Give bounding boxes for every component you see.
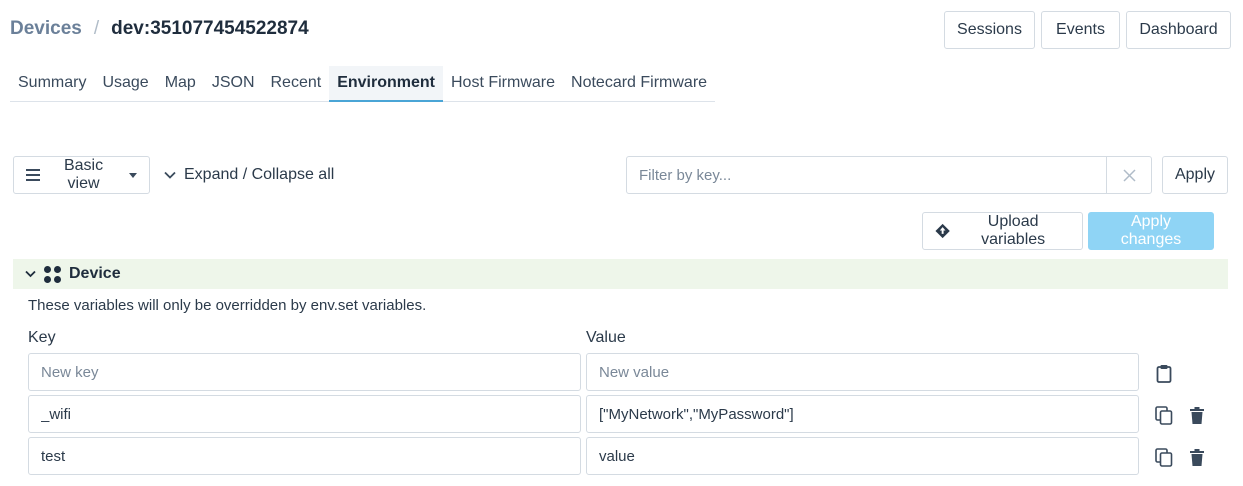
filter-by-key-input[interactable] — [627, 157, 1106, 193]
tab-host-firmware[interactable]: Host Firmware — [443, 66, 563, 101]
env-value-input[interactable] — [586, 437, 1139, 475]
tab-recent[interactable]: Recent — [263, 66, 330, 101]
tab-environment[interactable]: Environment — [329, 66, 443, 102]
device-section-header[interactable]: Device — [13, 259, 1228, 289]
env-value-input[interactable] — [586, 395, 1139, 433]
device-section-title: Device — [69, 265, 121, 282]
tab-notecard-firmware[interactable]: Notecard Firmware — [563, 66, 715, 101]
chevron-down-icon — [164, 171, 176, 179]
chevron-down-icon — [25, 270, 36, 278]
tab-map[interactable]: Map — [157, 66, 204, 101]
env-key-input[interactable] — [28, 437, 581, 475]
sessions-button[interactable]: Sessions — [944, 11, 1035, 49]
menu-icon — [26, 169, 41, 181]
caret-down-icon — [129, 172, 137, 178]
delete-button[interactable] — [1187, 447, 1207, 467]
tab-summary[interactable]: Summary — [10, 66, 94, 101]
upload-diamond-icon — [935, 223, 950, 239]
dashboard-button[interactable]: Dashboard — [1126, 11, 1231, 49]
device-icon — [44, 265, 61, 283]
copy-button[interactable] — [1154, 405, 1174, 425]
apply-filter-button[interactable]: Apply — [1162, 156, 1228, 194]
header-button-group: Sessions Events Dashboard — [944, 11, 1231, 49]
key-column-header: Key — [28, 329, 56, 346]
section-description: These variables will only be overridden … — [28, 297, 427, 314]
env-key-input[interactable] — [28, 395, 581, 433]
tab-bar: Summary Usage Map JSON Recent Environmen… — [10, 66, 716, 102]
upload-variables-button[interactable]: Upload variables — [922, 212, 1083, 250]
breadcrumb-separator: / — [93, 18, 100, 39]
tab-json[interactable]: JSON — [204, 66, 263, 101]
copy-button[interactable] — [1154, 447, 1174, 467]
events-button[interactable]: Events — [1041, 11, 1120, 49]
delete-button[interactable] — [1187, 405, 1207, 425]
breadcrumb-devices-link[interactable]: Devices — [10, 18, 82, 40]
clipboard-icon — [1156, 364, 1172, 383]
new-value-input[interactable] — [586, 353, 1139, 391]
value-column-header: Value — [586, 329, 626, 346]
expand-collapse-label: Expand / Collapse all — [184, 166, 335, 183]
breadcrumb-current-device: dev:351077454522874 — [111, 18, 309, 39]
trash-icon — [1190, 448, 1204, 466]
copy-icon — [1155, 447, 1173, 467]
breadcrumb: Devices / dev:351077454522874 — [10, 18, 309, 40]
paste-button[interactable] — [1154, 363, 1174, 383]
tab-usage[interactable]: Usage — [94, 66, 156, 101]
trash-icon — [1190, 406, 1204, 424]
basic-view-dropdown[interactable]: Basic view — [13, 156, 150, 194]
filter-group — [626, 156, 1152, 194]
expand-collapse-all-button[interactable]: Expand / Collapse all — [164, 156, 334, 194]
clear-filter-button[interactable] — [1106, 157, 1151, 193]
apply-changes-button[interactable]: Apply changes — [1088, 212, 1214, 250]
new-key-input[interactable] — [28, 353, 581, 391]
upload-variables-label: Upload variables — [981, 213, 1046, 248]
close-icon — [1122, 168, 1136, 182]
copy-icon — [1155, 405, 1173, 425]
basic-view-label: Basic view — [63, 157, 104, 192]
